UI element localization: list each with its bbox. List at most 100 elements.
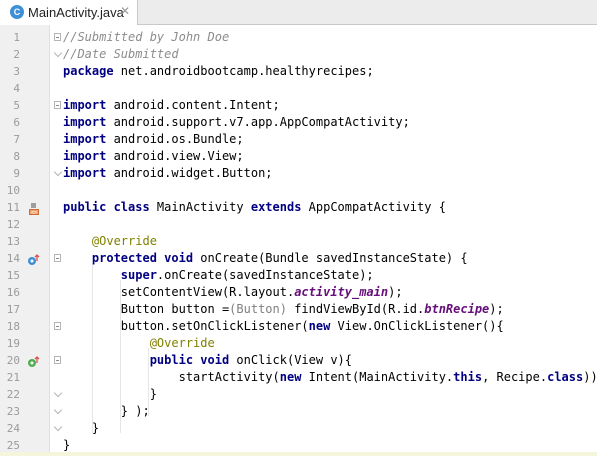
line-number: 15 [6, 269, 20, 282]
code-token: AppCompatActivity { [301, 200, 446, 214]
code-line[interactable]: 16 setContentView(R.layout.activity_main… [0, 284, 597, 301]
fold-end-icon[interactable] [53, 48, 63, 58]
code-text: startActivity(new Intent(MainActivity.th… [63, 369, 597, 386]
code-line[interactable]: 14 protected void onCreate(Bundle savedI… [0, 250, 597, 267]
code-line[interactable]: 11 <> public class MainActivity extends Ap… [0, 199, 597, 216]
code-editor[interactable]: 1 //Submitted by John Doe 2 //Date Submitte… [0, 25, 597, 456]
code-token: import [63, 132, 107, 146]
code-line[interactable]: 18 button.setOnClickListener(new View.On… [0, 318, 597, 335]
close-icon[interactable]: ✕ [120, 4, 132, 18]
tab-title: MainActivity.java [28, 5, 124, 20]
code-line[interactable]: 24 } [0, 420, 597, 437]
code-token: new [279, 370, 302, 384]
line-number: 13 [6, 235, 20, 248]
line-number: 18 [6, 320, 20, 333]
fold-icon[interactable] [54, 33, 61, 41]
code-line[interactable]: 19 @Override [0, 335, 597, 352]
code-text: public void onClick(View v){ [63, 352, 352, 369]
code-line[interactable]: 21 startActivity(new Intent(MainActivity… [0, 369, 597, 386]
code-line[interactable]: 4 [0, 80, 597, 97]
code-line[interactable]: 12 [0, 216, 597, 233]
code-line[interactable]: 20 public void onClick(View v){ [0, 352, 597, 369]
code-line[interactable]: 2 //Date Submitted [0, 46, 597, 63]
code-text: } ); [63, 403, 150, 420]
code-token: } [63, 421, 100, 435]
code-text: package net.androidbootcamp.healthyrecip… [63, 63, 374, 80]
fold-icon[interactable] [54, 322, 61, 330]
line-number: 4 [13, 82, 20, 95]
code-token: //Date Submitted [63, 47, 179, 61]
line-number: 17 [6, 303, 20, 316]
code-token: net.androidbootcamp.healthyrecipes; [113, 64, 374, 78]
code-text: @Override [63, 233, 157, 250]
code-token: extends [250, 200, 302, 214]
code-token: Intent(MainActivity. [301, 370, 454, 384]
code-token: package [63, 64, 114, 78]
tab-mainactivity[interactable]: C MainActivity.java ✕ [0, 0, 138, 25]
fold-icon[interactable] [54, 101, 61, 109]
fold-icon[interactable] [54, 254, 61, 262]
code-line[interactable]: 17 Button button =(Button) findViewById(… [0, 301, 597, 318]
code-token: onClick(View v){ [229, 353, 353, 367]
code-line[interactable]: 23 } ); [0, 403, 597, 420]
code-token: , Recipe. [482, 370, 548, 384]
fold-end-icon[interactable] [53, 388, 63, 398]
code-token: android.support.v7.app.AppCompatActivity… [106, 115, 410, 129]
code-token: setContentView(R.layout. [63, 285, 295, 299]
code-token: MainActivity [149, 200, 251, 214]
code-text: setContentView(R.layout.activity_main); [63, 284, 403, 301]
code-line[interactable]: 9 import android.widget.Button; [0, 165, 597, 182]
code-line[interactable]: 10 [0, 182, 597, 199]
code-line[interactable]: 15 super.onCreate(savedInstanceState); [0, 267, 597, 284]
code-text: //Submitted by John Doe [63, 29, 229, 46]
code-text: protected void onCreate(Bundle savedInst… [63, 250, 468, 267]
code-token: btnRecipe [424, 302, 490, 316]
code-token: @Override [91, 234, 157, 248]
code-line[interactable]: 22 } [0, 386, 597, 403]
code-text: Button button =(Button) findViewById(R.i… [63, 301, 504, 318]
line-number: 10 [6, 184, 20, 197]
code-line[interactable]: 1 //Submitted by John Doe [0, 29, 597, 46]
code-line[interactable]: 6 import android.support.v7.app.AppCompat… [0, 114, 597, 131]
code-token: android.widget.Button; [106, 166, 273, 180]
line-number: 8 [13, 150, 20, 163]
line-number: 5 [13, 99, 20, 112]
fold-end-icon[interactable] [53, 422, 63, 432]
line-number: 22 [6, 388, 20, 401]
code-text: super.onCreate(savedInstanceState); [63, 267, 374, 284]
code-line[interactable]: 5 import android.content.Intent; [0, 97, 597, 114]
code-token: } [63, 387, 157, 401]
code-token: new [308, 319, 331, 333]
code-line[interactable]: 3 package net.androidbootcamp.healthyreci… [0, 63, 597, 80]
code-token: protected void [91, 251, 194, 265]
code-text: import android.os.Bundle; [63, 131, 244, 148]
line-number: 6 [13, 116, 20, 129]
code-line[interactable]: 8 import android.view.View; [0, 148, 597, 165]
code-token: Button button = [63, 302, 230, 316]
fold-end-icon[interactable] [53, 167, 63, 177]
code-line[interactable]: 13 @Override [0, 233, 597, 250]
code-token: ); [388, 285, 403, 299]
line-number: 19 [6, 337, 20, 350]
line-number: 14 [6, 252, 20, 265]
line-number: 24 [6, 422, 20, 435]
code-token: this [453, 370, 483, 384]
java-class-icon: C [10, 5, 24, 19]
code-token: ); [489, 302, 504, 316]
code-line[interactable]: 7 import android.os.Bundle; [0, 131, 597, 148]
code-token: android.content.Intent; [106, 98, 280, 112]
code-text: import android.support.v7.app.AppCompatA… [63, 114, 410, 131]
line-number: 1 [13, 31, 20, 44]
code-token: android.os.Bundle; [106, 132, 244, 146]
code-text: @Override [63, 335, 215, 352]
line-number: 9 [13, 167, 20, 180]
line-number: 12 [6, 218, 20, 231]
line-number: 7 [13, 133, 20, 146]
code-text: } [63, 420, 99, 437]
fold-icon[interactable] [54, 356, 61, 364]
fold-end-icon[interactable] [53, 405, 63, 415]
code-text: public class MainActivity extends AppCom… [63, 199, 446, 216]
